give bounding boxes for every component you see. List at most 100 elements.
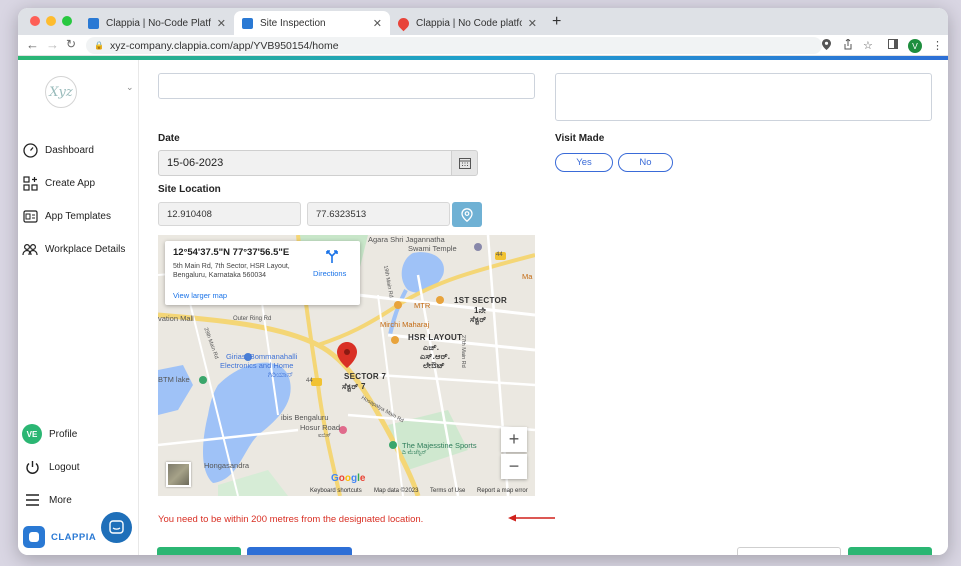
satellite-toggle-thumbnail[interactable] [166, 462, 191, 487]
chat-icon [109, 520, 124, 534]
annotation-arrow-icon [508, 514, 555, 522]
calendar-button[interactable] [451, 150, 478, 176]
sidebar-item-profile[interactable]: VE Profile [22, 424, 77, 444]
tab-site-inspection[interactable]: Site Inspection ✕ [234, 11, 390, 35]
sidebar-item-label: Workplace Details [45, 243, 126, 255]
map-label: 44 [496, 252, 503, 258]
tab-clappia-2[interactable]: Clappia | No Code platform for ✕ [390, 11, 545, 35]
location-pin-icon[interactable] [822, 39, 831, 53]
clappia-favicon-icon [88, 17, 99, 29]
zoom-in-button[interactable]: + [501, 427, 527, 452]
map-label: ಸೆಕ್ಟರ್ 7 [342, 382, 366, 391]
minimize-window-button[interactable] [46, 16, 56, 26]
location-error-message: You need to be within 200 metres from th… [158, 514, 424, 525]
close-window-button[interactable] [30, 16, 40, 26]
share-icon[interactable] [843, 38, 853, 53]
tab-title: Clappia | No-Code Platform for [106, 17, 211, 29]
avatar: VE [22, 424, 42, 444]
sidebar-item-label: App Templates [45, 210, 111, 222]
bottom-action-button-4[interactable] [848, 547, 932, 555]
forward-arrow-icon[interactable]: → [46, 37, 59, 52]
clappia-favicon-icon [242, 17, 253, 29]
map-label: Swami Temple [408, 244, 457, 253]
maximize-window-button[interactable] [62, 16, 72, 26]
tab-close-icon[interactable]: ✕ [217, 17, 226, 30]
sidebar-item-label: Dashboard [45, 144, 94, 156]
get-location-button[interactable] [452, 202, 482, 227]
tab-clappia-1[interactable]: Clappia | No-Code Platform for ✕ [80, 11, 234, 35]
map-label: 1ST SECTOR [454, 296, 508, 305]
sidebar-item-logout[interactable]: Logout [22, 459, 80, 475]
latitude-field[interactable]: 12.910408 [158, 202, 301, 226]
menu-kebab-icon[interactable]: ⋮ [932, 39, 943, 52]
map-label: ibis Bengaluru [281, 413, 329, 422]
back-arrow-icon[interactable]: ← [26, 37, 39, 52]
zoom-out-button[interactable]: − [501, 454, 527, 479]
map-data-text: Map data ©2023 [374, 488, 419, 494]
chevron-down-icon[interactable]: ⌄ [126, 82, 134, 93]
map-label: Girias, Bommanahalli [226, 352, 298, 361]
keyboard-shortcuts-link[interactable]: Keyboard shortcuts [310, 488, 362, 494]
map-label: BTM lake [158, 375, 190, 384]
visit-no-option[interactable]: No [618, 153, 673, 172]
bottom-action-button-2[interactable] [247, 547, 352, 555]
map-label: 44 [306, 378, 313, 384]
map-label: Ma [522, 272, 533, 281]
google-logo: Google [331, 473, 366, 484]
bottom-action-button-3[interactable] [737, 547, 841, 555]
terms-link[interactable]: Terms of Use [430, 488, 465, 494]
map-label: ಗಿರಿಯಾಸ್ [268, 370, 294, 379]
visit-yes-option[interactable]: Yes [555, 153, 613, 172]
browser-toolbar: ← → ↻ 🔒 xyz-company.clappia.com/app/YVB9… [18, 35, 948, 56]
tab-strip: Clappia | No-Code Platform for ✕ Site In… [18, 8, 948, 35]
create-app-grid-icon [22, 175, 38, 191]
longitude-field[interactable]: 77.6323513 [307, 202, 450, 226]
company-logo[interactable]: Xyz [45, 76, 77, 108]
sidebar-item-app-templates[interactable]: App Templates [22, 208, 111, 224]
embedded-map[interactable]: Agara Shri Jagannatha Swami Temple 1ST S… [158, 235, 535, 496]
map-label: ಲೇಔಟ್ [423, 361, 445, 370]
brand-text: CLAPPIA [51, 531, 97, 543]
tab-title: Clappia | No Code platform for [416, 17, 522, 29]
new-tab-plus-icon[interactable]: + [552, 13, 561, 31]
bookmark-star-icon[interactable]: ☆ [863, 39, 873, 52]
tab-close-icon[interactable]: ✕ [528, 17, 537, 30]
map-label: ಸೆಕ್ಟರ್ [470, 315, 487, 324]
sidebar-item-dashboard[interactable]: Dashboard [22, 142, 94, 158]
address-bar[interactable]: 🔒 xyz-company.clappia.com/app/YVB950154/… [86, 37, 822, 54]
bottom-action-button-1[interactable] [157, 547, 241, 555]
clappia-brand: CLAPPIA [23, 526, 96, 548]
map-label: ದಿ ಮೆಜೆಸ್ಟಿನ್ [402, 450, 427, 456]
sidebar-item-create-app[interactable]: Create App [22, 175, 95, 191]
map-label: The Majesstine Sports [402, 441, 477, 450]
sidebar-item-more[interactable]: More [22, 492, 72, 508]
date-field[interactable]: 15-06-2023 [158, 150, 452, 176]
sidebar-item-label: Profile [49, 428, 78, 440]
report-error-link[interactable]: Report a map error [477, 488, 528, 494]
directions-link[interactable]: Directions [313, 269, 346, 278]
lock-icon: 🔒 [94, 41, 104, 50]
dashboard-gauge-icon [22, 142, 38, 158]
power-icon [22, 459, 42, 475]
side-panel-icon[interactable] [888, 39, 898, 52]
workplace-people-icon [22, 241, 38, 257]
site-location-label: Site Location [158, 184, 221, 195]
reload-icon[interactable]: ↻ [66, 37, 76, 51]
map-label: Mirchi Maharaj [380, 320, 430, 329]
map-address: 5th Main Rd, 7th Sector, HSR Layout, Ben… [173, 263, 290, 279]
profile-avatar[interactable]: V [908, 39, 922, 53]
text-field-top-left[interactable] [158, 73, 535, 99]
tab-close-icon[interactable]: ✕ [373, 17, 382, 30]
clappia-logo-icon [23, 526, 45, 548]
map-label: Outer Ring Rd [233, 316, 272, 322]
sidebar-item-workplace-details[interactable]: Workplace Details [22, 241, 125, 257]
text-area-top-right[interactable] [555, 73, 932, 121]
view-larger-map-link[interactable]: View larger map [173, 291, 227, 300]
visit-made-label: Visit Made [555, 133, 605, 144]
tab-title: Site Inspection [260, 17, 326, 29]
chat-support-button[interactable] [101, 512, 132, 543]
browser-window: Clappia | No-Code Platform for ✕ Site In… [18, 8, 948, 555]
hamburger-menu-icon [22, 492, 42, 508]
templates-icon [22, 208, 38, 224]
map-label: Hosur Road [300, 423, 341, 432]
